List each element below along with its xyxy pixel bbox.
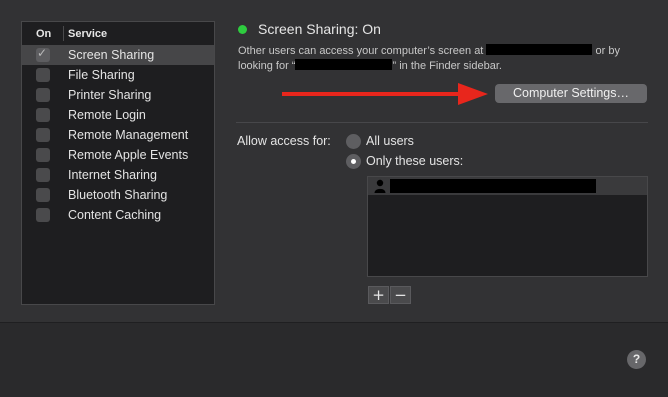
status-title: Screen Sharing: On	[258, 21, 381, 37]
computer-settings-button[interactable]: Computer Settings…	[495, 84, 647, 103]
service-row[interactable]: Remote Apple Events	[22, 145, 214, 165]
users-list[interactable]	[367, 176, 648, 277]
allow-access-label: Allow access for:	[237, 134, 331, 148]
service-checkbox[interactable]	[36, 168, 50, 182]
redacted-address	[486, 44, 593, 55]
service-checkbox[interactable]	[36, 128, 50, 142]
service-row[interactable]: ✓ Screen Sharing	[22, 45, 214, 65]
service-label: Remote Login	[68, 108, 146, 122]
bottom-bar	[0, 323, 668, 397]
service-label: Internet Sharing	[68, 168, 157, 182]
redacted-computer-name	[295, 59, 393, 70]
radio-only-these-users-label[interactable]: Only these users:	[366, 154, 463, 168]
user-name-redacted	[390, 179, 596, 193]
radio-only-these-users[interactable]	[346, 154, 361, 169]
add-user-button[interactable]: +	[368, 286, 389, 304]
service-label: Remote Management	[68, 128, 189, 142]
service-checkbox[interactable]	[36, 68, 50, 82]
remove-user-button[interactable]: −	[390, 286, 411, 304]
service-label: Printer Sharing	[68, 88, 152, 102]
service-row[interactable]: Remote Management	[22, 125, 214, 145]
service-label: Remote Apple Events	[68, 148, 189, 162]
annotation-arrow-icon	[282, 83, 488, 105]
service-checkbox[interactable]	[36, 188, 50, 202]
service-checkbox[interactable]: ✓	[36, 46, 50, 62]
service-checkbox[interactable]	[36, 148, 50, 162]
radio-selected-dot	[351, 159, 356, 164]
service-checkbox[interactable]	[36, 208, 50, 222]
list-header: On Service	[22, 22, 214, 46]
service-row[interactable]: Remote Login	[22, 105, 214, 125]
help-button[interactable]: ?	[627, 350, 646, 369]
divider	[236, 122, 648, 123]
service-row[interactable]: Bluetooth Sharing	[22, 185, 214, 205]
service-checkbox[interactable]	[36, 88, 50, 102]
status-indicator-icon	[238, 25, 247, 34]
description-text: Other users can access your computer’s s…	[238, 45, 487, 57]
description-text: or by	[592, 45, 620, 57]
service-label: Content Caching	[68, 208, 162, 222]
status-description: Other users can access your computer’s s…	[238, 44, 650, 74]
service-row[interactable]: Content Caching	[22, 205, 214, 225]
user-row[interactable]	[368, 177, 647, 195]
description-text: ” in the Finder sidebar.	[392, 60, 502, 72]
description-text: looking for “	[238, 60, 296, 72]
service-row[interactable]: Internet Sharing	[22, 165, 214, 185]
service-row[interactable]: Printer Sharing	[22, 85, 214, 105]
service-list[interactable]: On Service ✓ Screen Sharing File Sharing Pr…	[21, 21, 215, 305]
column-header-on[interactable]: On	[36, 28, 51, 40]
service-label: Screen Sharing	[68, 48, 155, 62]
service-label: File Sharing	[68, 68, 135, 82]
service-label: Bluetooth Sharing	[68, 188, 168, 202]
radio-all-users-label[interactable]: All users	[366, 134, 414, 148]
user-silhouette-icon	[374, 179, 386, 193]
service-row[interactable]: File Sharing	[22, 65, 214, 85]
radio-all-users[interactable]	[346, 134, 361, 149]
checkmark-icon: ✓	[37, 46, 48, 60]
column-separator	[63, 26, 64, 41]
service-checkbox[interactable]	[36, 108, 50, 122]
column-header-service[interactable]: Service	[68, 28, 107, 40]
service-rows: ✓ Screen Sharing File Sharing Printer Shari…	[22, 45, 214, 225]
